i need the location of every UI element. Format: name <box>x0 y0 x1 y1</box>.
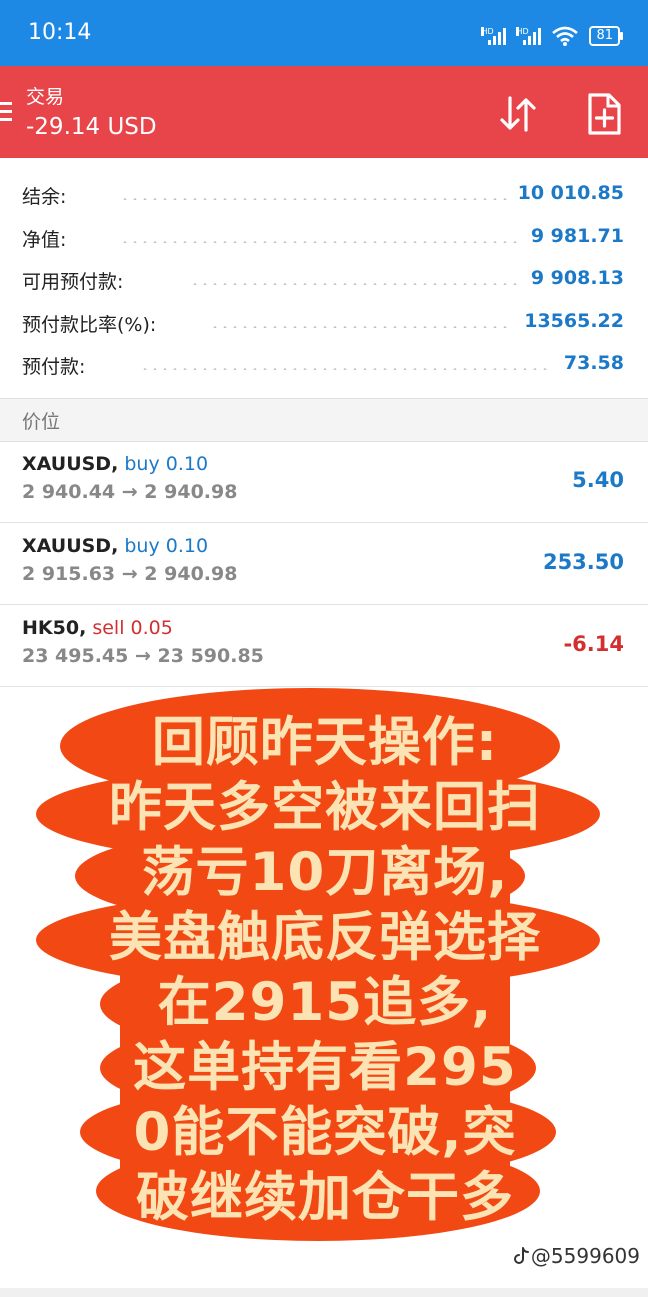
position-row[interactable]: XAUUSD, buy 0.10 2 915.63 → 2 940.98 253… <box>0 523 648 605</box>
position-side: buy 0.10 <box>124 535 209 557</box>
position-title: XAUUSD, buy 0.10 <box>22 535 208 557</box>
status-time: 10:14 <box>28 20 92 45</box>
position-row[interactable]: HK50, sell 0.05 23 495.45 → 23 590.85 -6… <box>0 605 648 687</box>
sort-icon[interactable] <box>496 92 540 136</box>
summary-label: 净值: <box>22 228 67 251</box>
position-profit: 5.40 <box>572 468 624 492</box>
leader-dots <box>190 283 520 285</box>
position-symbol: XAUUSD, <box>22 453 119 475</box>
position-prices: 2 915.63 → 2 940.98 <box>22 563 238 585</box>
wifi-icon <box>552 26 579 46</box>
battery-icon: 81 <box>589 26 623 46</box>
summary-row-margin-level: 预付款比率(%): 13565.22 <box>0 300 648 343</box>
section-title: 价位 <box>22 411 61 433</box>
position-symbol: HK50, <box>22 617 87 639</box>
position-side: buy 0.10 <box>124 453 209 475</box>
summary-label: 结余: <box>22 186 67 208</box>
leader-dots <box>140 368 550 370</box>
overlay-line: 荡亏10刀离场, <box>141 842 509 903</box>
overlay-line: 这单持有看295 <box>133 1037 517 1098</box>
watermark-text: @5599609 <box>530 1244 640 1268</box>
profit-total: -29.14 USD <box>26 114 157 140</box>
douyin-logo-icon <box>513 1247 529 1264</box>
overlay-line: 昨天多空被来回扫 <box>109 777 541 838</box>
app-header: 交易 -29.14 USD <box>0 66 648 158</box>
positions-list: XAUUSD, buy 0.10 2 940.44 → 2 940.98 5.4… <box>0 441 648 687</box>
status-icons: HD HD 81 <box>481 26 623 46</box>
summary-row-equity: 净值: 9 981.71 <box>0 215 648 258</box>
page-title: 交易 <box>26 86 65 108</box>
position-symbol: XAUUSD, <box>22 535 119 557</box>
summary-row-free-margin: 可用预付款: 9 908.13 <box>0 257 648 300</box>
position-prices: 2 940.44 → 2 940.98 <box>22 481 238 503</box>
section-header-positions: 价位 <box>0 398 648 442</box>
summary-value: 9 908.13 <box>530 267 624 289</box>
summary-row-balance: 结余: 10 010.85 <box>0 172 648 215</box>
menu-icon[interactable] <box>0 102 12 126</box>
signal-icon-2: HD <box>516 27 542 45</box>
watermark: @5599609 <box>513 1244 640 1268</box>
overlay-line: 破继续加仓干多 <box>136 1167 514 1228</box>
leader-dots <box>210 325 510 328</box>
overlay-note: 回顾昨天操作: 昨天多空被来回扫 荡亏10刀离场, 美盘触底反弹选择 在2915… <box>0 686 648 1246</box>
position-title: XAUUSD, buy 0.10 <box>22 453 208 475</box>
summary-value: 9 981.71 <box>530 224 624 247</box>
overlay-line: 0能不能突破,突 <box>133 1102 517 1163</box>
leader-dots <box>120 240 518 243</box>
summary-label: 预付款比率(%): <box>22 313 157 336</box>
summary-label: 预付款: <box>22 356 86 378</box>
signal-icon: HD <box>481 27 507 45</box>
position-side: sell 0.05 <box>92 617 173 639</box>
account-summary: 结余: 10 010.85 净值: 9 981.71 可用预付款: 9 908.… <box>0 172 648 385</box>
overlay-text: 回顾昨天操作: 昨天多空被来回扫 荡亏10刀离场, 美盘触底反弹选择 在2915… <box>40 710 610 1230</box>
overlay-line: 美盘触底反弹选择 <box>109 907 541 968</box>
overlay-line: 在2915追多, <box>157 972 493 1033</box>
summary-value: 73.58 <box>563 352 624 374</box>
summary-row-margin: 预付款: 73.58 <box>0 342 648 385</box>
summary-value: 13565.22 <box>524 309 624 332</box>
summary-value: 10 010.85 <box>517 182 624 204</box>
overlay-line: 回顾昨天操作: <box>151 712 499 773</box>
position-row[interactable]: XAUUSD, buy 0.10 2 940.44 → 2 940.98 5.4… <box>0 441 648 523</box>
position-profit: 253.50 <box>542 550 624 574</box>
new-order-icon[interactable] <box>584 92 624 136</box>
position-prices: 23 495.45 → 23 590.85 <box>22 645 264 667</box>
bottom-strip <box>0 1288 648 1297</box>
leader-dots <box>120 198 508 200</box>
position-profit: -6.14 <box>563 632 624 656</box>
position-title: HK50, sell 0.05 <box>22 617 173 639</box>
status-bar: 10:14 HD HD 81 <box>0 0 648 66</box>
summary-label: 可用预付款: <box>22 271 124 293</box>
